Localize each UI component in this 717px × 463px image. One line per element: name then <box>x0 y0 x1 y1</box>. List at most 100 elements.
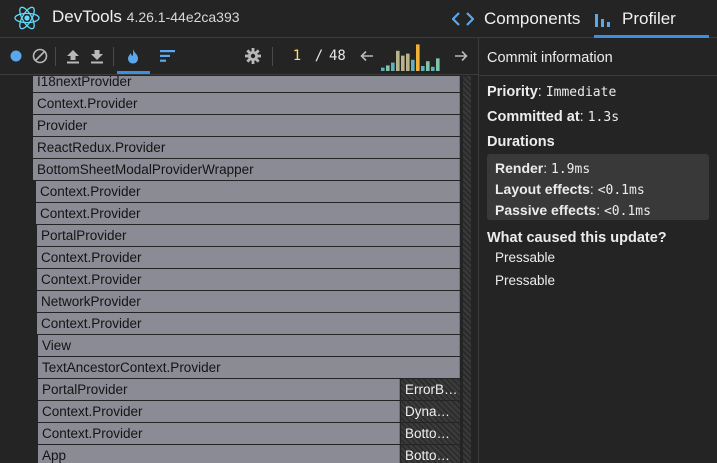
flamegraph-node[interactable]: Context.Provider <box>33 93 460 114</box>
commit-bar[interactable] <box>391 62 395 71</box>
flamegraph-node[interactable]: ReactRedux.Provider <box>33 137 460 158</box>
load-profile-button[interactable] <box>63 46 83 66</box>
settings-button[interactable] <box>243 46 263 66</box>
tab-components-label: Components <box>484 9 581 28</box>
committed-at-value: 1.3s <box>587 110 620 125</box>
react-logo-icon <box>14 6 40 30</box>
flamegraph-active-indicator <box>117 71 150 74</box>
commit-navigator: 1 / 48 <box>285 48 359 64</box>
download-icon <box>91 49 103 63</box>
ranked-chart-icon <box>159 50 175 62</box>
commit-info-panel: Commit information Priority: Immediate C… <box>479 38 717 463</box>
commit-snapshot-bars[interactable] <box>381 42 443 72</box>
durations-label: Durations <box>487 134 555 150</box>
flame-icon <box>128 48 138 63</box>
commit-bar[interactable] <box>411 59 415 71</box>
commit-bar[interactable] <box>426 61 430 71</box>
flamegraph-node[interactable]: Context.Provider <box>37 313 460 334</box>
priority-row: Priority: Immediate <box>487 84 617 100</box>
flamegraph-node[interactable]: Context.Provider <box>38 423 400 444</box>
profiler-toolbar: 1 / 48 <box>0 38 478 75</box>
panel-title: Commit information <box>487 50 613 66</box>
clear-icon <box>32 48 48 64</box>
render-value: 1.9ms <box>551 162 591 177</box>
flamegraph-node[interactable]: Provider <box>33 115 460 136</box>
update-cause-item[interactable]: Pressable <box>495 273 555 288</box>
durations-heading: Durations <box>487 134 555 150</box>
app-name: DevTools <box>52 7 122 26</box>
commit-bar[interactable] <box>381 67 385 71</box>
record-button[interactable] <box>6 46 26 66</box>
flamegraph-node[interactable]: App <box>38 445 400 463</box>
durations-list: Render: 1.9ms Layout effects: <0.1ms Pas… <box>487 154 709 220</box>
commit-bar[interactable] <box>406 53 410 71</box>
passive-effects-value: <0.1ms <box>603 204 651 219</box>
priority-value: Immediate <box>545 85 617 100</box>
render-label: Render <box>495 160 544 176</box>
save-profile-button[interactable] <box>87 46 107 66</box>
passive-effects-row: Passive effects: <0.1ms <box>495 202 651 219</box>
flamegraph-node[interactable]: Context.Provider <box>37 269 460 290</box>
priority-label: Priority <box>487 84 538 100</box>
commit-current-index: 1 <box>292 48 302 64</box>
update-cause-heading: What caused this update? <box>487 230 667 246</box>
tab-profiler[interactable]: Profiler <box>594 0 709 38</box>
flamegraph-chart: I18nextProvider Context.Provider Provider R… <box>0 76 478 463</box>
toolbar-separator <box>272 47 273 66</box>
commit-bar[interactable] <box>436 58 440 71</box>
flamegraph-node[interactable]: Context.Provider <box>36 181 460 202</box>
clear-button[interactable] <box>30 46 50 66</box>
update-cause-label: What caused this update? <box>487 230 667 246</box>
flamegraph-node-sibling[interactable]: Dyna… <box>401 401 460 422</box>
flamegraph-view-button[interactable] <box>123 46 143 66</box>
committed-at-row: Committed at: 1.3s <box>487 109 620 125</box>
commit-bar[interactable] <box>416 44 420 71</box>
ranked-view-button[interactable] <box>157 46 177 66</box>
commit-bar[interactable] <box>396 50 400 71</box>
bar-chart-icon <box>595 14 610 27</box>
flamegraph-node[interactable]: I18nextProvider <box>33 76 460 92</box>
layout-effects-value: <0.1ms <box>597 183 645 198</box>
next-commit-button[interactable] <box>451 46 471 66</box>
app-title: DevTools 4.26.1-44e2ca393 <box>52 7 240 27</box>
commit-bar[interactable] <box>421 66 425 71</box>
record-icon <box>10 50 22 62</box>
upload-icon <box>67 49 79 63</box>
commit-bar[interactable] <box>386 65 390 71</box>
tab-components[interactable]: Components <box>452 0 592 38</box>
commit-separator: / <box>314 48 324 64</box>
layout-effects-row: Layout effects: <0.1ms <box>495 181 645 198</box>
tab-profiler-label: Profiler <box>622 9 676 28</box>
panel-title-divider <box>479 75 717 76</box>
flamegraph-node[interactable]: PortalProvider <box>38 379 400 400</box>
update-cause-item[interactable]: Pressable <box>495 250 555 265</box>
toolbar-separator <box>113 47 114 66</box>
flamegraph-node-sibling[interactable]: ErrorB… <box>401 379 460 400</box>
commit-bar[interactable] <box>431 66 435 71</box>
gear-icon <box>245 48 261 64</box>
arrow-right-icon <box>455 50 468 62</box>
flamegraph-node[interactable]: BottomSheetModalProviderWrapper <box>33 159 460 180</box>
commit-bar[interactable] <box>401 55 405 71</box>
flamegraph-node[interactable]: NetworkProvider <box>37 291 460 312</box>
passive-effects-label: Passive effects <box>495 202 597 218</box>
flamegraph-scrollbar[interactable] <box>463 76 471 463</box>
flamegraph-node[interactable]: Context.Provider <box>37 247 460 268</box>
committed-at-label: Committed at <box>487 109 580 125</box>
code-brackets-icon <box>452 12 474 26</box>
flamegraph-node[interactable]: View <box>38 335 460 356</box>
previous-commit-button[interactable] <box>357 46 377 66</box>
flamegraph-node[interactable]: TextAncestorContext.Provider <box>38 357 460 378</box>
flamegraph-node[interactable]: Context.Provider <box>38 401 400 422</box>
toolbar-separator <box>55 47 56 66</box>
flamegraph-node-sibling[interactable]: Botto… <box>401 423 460 444</box>
render-duration-row: Render: 1.9ms <box>495 160 591 177</box>
arrow-left-icon <box>360 50 373 62</box>
layout-effects-label: Layout effects <box>495 181 590 197</box>
flamegraph-node[interactable]: PortalProvider <box>37 225 460 246</box>
devtools-header: DevTools 4.26.1-44e2ca393 Components Pro… <box>0 0 717 38</box>
flamegraph-node-sibling[interactable]: Botto… <box>401 445 460 463</box>
commit-total-count: 48 <box>329 48 346 64</box>
flamegraph-node[interactable]: Context.Provider <box>36 203 460 224</box>
app-version: 4.26.1-44e2ca393 <box>126 9 240 25</box>
